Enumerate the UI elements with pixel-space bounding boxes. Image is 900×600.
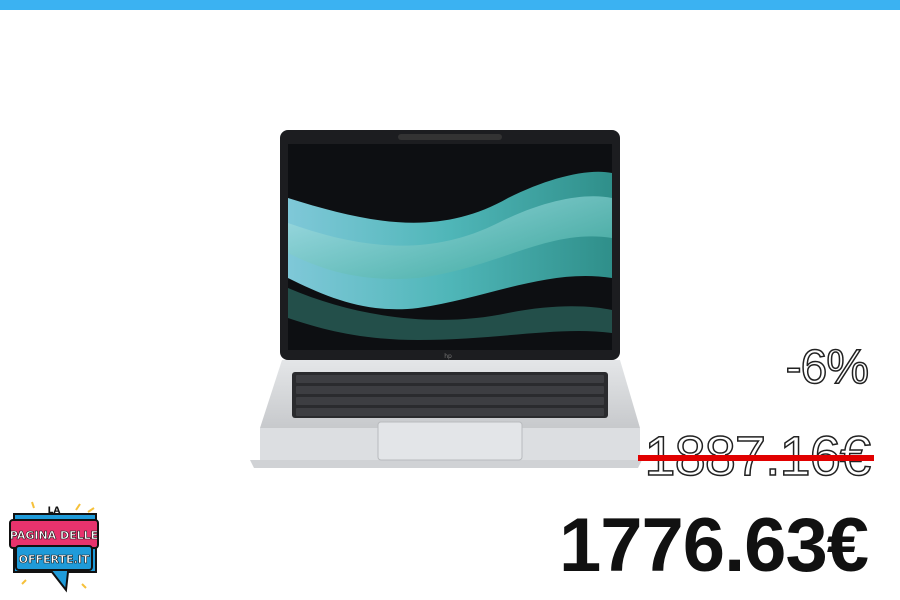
laptop-illustration: hp <box>250 130 642 468</box>
logo-line3: OFFERTE.IT <box>19 553 90 566</box>
logo-line1: LA <box>48 506 61 516</box>
old-price-container: 1887.16€ <box>638 427 874 488</box>
site-logo[interactable]: LA PAGINA DELLE OFFERTE.IT <box>8 498 100 598</box>
top-accent-bar <box>0 0 900 10</box>
product-image: hp <box>248 128 644 473</box>
strikethrough-line <box>638 455 874 461</box>
new-price: 1776.63€ <box>559 503 869 588</box>
svg-text:hp: hp <box>444 353 452 360</box>
logo-line2: PAGINA DELLE <box>10 529 98 542</box>
discount-label: -6% <box>785 341 870 394</box>
